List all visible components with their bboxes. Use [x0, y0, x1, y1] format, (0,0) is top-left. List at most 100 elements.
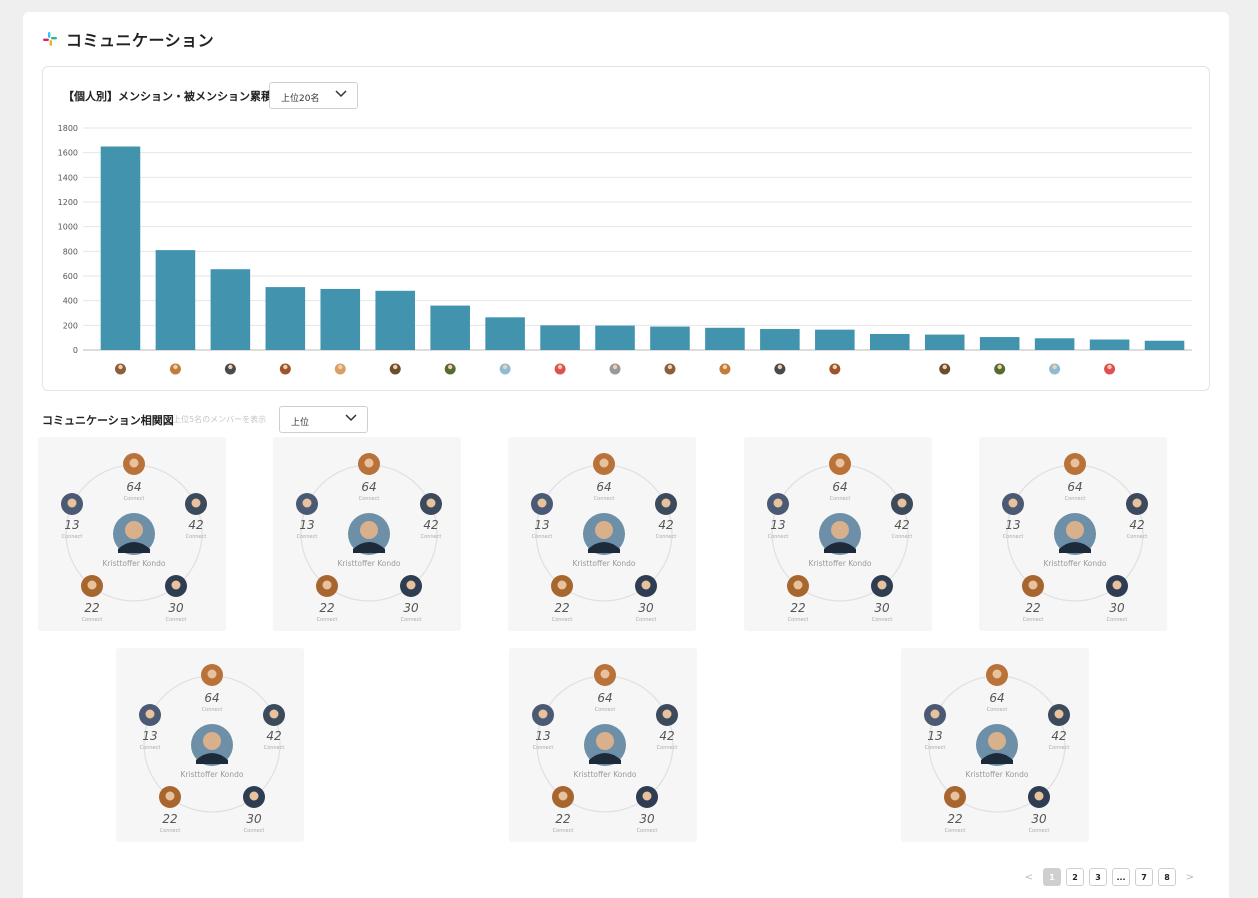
member-avatar[interactable] — [201, 664, 223, 686]
connect-count: 42 — [1051, 729, 1066, 743]
member-avatar[interactable] — [986, 664, 1008, 686]
member-avatar[interactable] — [420, 493, 442, 515]
bar-user-15[interactable] — [869, 333, 910, 350]
bar-user-5[interactable] — [320, 288, 361, 350]
bar-user-9[interactable] — [540, 325, 580, 350]
bar-user-6[interactable] — [375, 290, 416, 350]
member-avatar[interactable] — [358, 453, 380, 475]
network-filter-select[interactable]: 上位 — [279, 406, 368, 433]
network-card[interactable]: Kristtoffer Kondo 64 Connect 42 Connect 30 Con… — [116, 648, 304, 842]
member-avatar[interactable] — [1126, 493, 1148, 515]
member-avatar[interactable] — [871, 575, 893, 597]
bar-user-4[interactable] — [265, 287, 306, 350]
next-page-button[interactable]: > — [1181, 868, 1199, 886]
member-avatar[interactable] — [944, 786, 966, 808]
member-avatar[interactable] — [123, 453, 145, 475]
prev-page-button[interactable]: < — [1020, 868, 1038, 886]
bar-user-17[interactable] — [979, 337, 1020, 350]
network-card[interactable]: Kristtoffer Kondo 64 Connect 42 Connect 30 Con… — [979, 437, 1167, 631]
member-avatar[interactable] — [165, 575, 187, 597]
member-avatar[interactable] — [551, 575, 573, 597]
bar-user-18[interactable] — [1034, 338, 1075, 350]
member-avatar[interactable] — [655, 493, 677, 515]
member-avatar[interactable] — [594, 664, 616, 686]
member-avatar[interactable] — [636, 786, 658, 808]
connect-count: 64 — [597, 691, 612, 705]
connect-count: 64 — [832, 480, 847, 494]
connect-label: Connect — [656, 534, 677, 540]
page-ellipsis[interactable]: ... — [1112, 868, 1130, 886]
page-button-7[interactable]: 7 — [1135, 868, 1153, 886]
bar-user-10[interactable] — [595, 325, 635, 350]
bar-user-8[interactable] — [485, 317, 525, 350]
network-card[interactable]: Kristtoffer Kondo 64 Connect 42 Connect 30 Con… — [273, 437, 461, 631]
bar-user-12[interactable] — [705, 327, 745, 350]
member-avatar[interactable] — [1048, 704, 1070, 726]
bar-user-11[interactable] — [650, 326, 690, 350]
avatar-icon — [609, 363, 621, 375]
connect-count: 13 — [64, 518, 79, 532]
network-card[interactable]: Kristtoffer Kondo 64 Connect 42 Connect 30 Con… — [508, 437, 696, 631]
member-avatar[interactable] — [531, 493, 553, 515]
member-avatar[interactable] — [243, 786, 265, 808]
member-avatar[interactable] — [159, 786, 181, 808]
member-avatar[interactable] — [593, 453, 615, 475]
avatar-icon — [774, 363, 786, 375]
page-button-2[interactable]: 2 — [1066, 868, 1084, 886]
bar-user-3[interactable] — [210, 269, 251, 350]
bar-user-1[interactable] — [100, 146, 141, 351]
center-name: Kristtoffer Kondo — [181, 770, 244, 779]
connect-count: 42 — [1129, 518, 1144, 532]
member-avatar[interactable] — [891, 493, 913, 515]
chevron-down-icon — [345, 414, 357, 422]
avatar-icon — [169, 363, 181, 375]
member-avatar[interactable] — [81, 575, 103, 597]
bar-user-20[interactable] — [1144, 340, 1185, 350]
connect-count: 22 — [319, 601, 334, 615]
network-card[interactable]: Kristtoffer Kondo 64 Connect 42 Connect 30 Con… — [509, 648, 697, 842]
member-avatar[interactable] — [1106, 575, 1128, 597]
network-card[interactable]: Kristtoffer Kondo 64 Connect 42 Connect 30 Con… — [744, 437, 932, 631]
network-card[interactable]: Kristtoffer Kondo 64 Connect 42 Connect 30 Con… — [38, 437, 226, 631]
bar-user-19[interactable] — [1089, 339, 1130, 350]
connect-label: Connect — [359, 496, 380, 502]
member-avatar[interactable] — [552, 786, 574, 808]
member-avatar[interactable] — [400, 575, 422, 597]
member-avatar[interactable] — [1028, 786, 1050, 808]
member-avatar[interactable] — [1064, 453, 1086, 475]
member-avatar[interactable] — [185, 493, 207, 515]
network-card[interactable]: Kristtoffer Kondo 64 Connect 42 Connect 30 Con… — [901, 648, 1089, 842]
center-name: Kristtoffer Kondo — [1044, 559, 1107, 568]
bar-user-2[interactable] — [155, 250, 196, 350]
avatar-icon — [829, 363, 841, 375]
member-avatar[interactable] — [924, 704, 946, 726]
bar-user-16[interactable] — [924, 334, 965, 350]
member-avatar[interactable] — [139, 704, 161, 726]
member-avatar[interactable] — [829, 453, 851, 475]
bar-user-14[interactable] — [815, 329, 855, 350]
member-avatar[interactable] — [296, 493, 318, 515]
connect-count: 22 — [947, 812, 962, 826]
page-button-3[interactable]: 3 — [1089, 868, 1107, 886]
member-avatar[interactable] — [656, 704, 678, 726]
connect-label: Connect — [945, 828, 966, 834]
connect-count: 30 — [638, 601, 654, 615]
connect-count: 64 — [1067, 480, 1082, 494]
member-avatar[interactable] — [1022, 575, 1044, 597]
bar-user-7[interactable] — [430, 305, 470, 350]
member-avatar[interactable] — [767, 493, 789, 515]
member-avatar[interactable] — [635, 575, 657, 597]
connect-count: 30 — [1031, 812, 1047, 826]
member-avatar[interactable] — [532, 704, 554, 726]
connect-count: 64 — [126, 480, 141, 494]
member-avatar[interactable] — [316, 575, 338, 597]
member-avatar[interactable] — [263, 704, 285, 726]
page-button-8[interactable]: 8 — [1158, 868, 1176, 886]
connect-count: 64 — [989, 691, 1004, 705]
member-avatar[interactable] — [61, 493, 83, 515]
member-avatar[interactable] — [1002, 493, 1024, 515]
page-button-1[interactable]: 1 — [1043, 868, 1061, 886]
member-avatar[interactable] — [787, 575, 809, 597]
bar-user-13[interactable] — [760, 329, 800, 350]
avatar-icon — [719, 363, 731, 375]
